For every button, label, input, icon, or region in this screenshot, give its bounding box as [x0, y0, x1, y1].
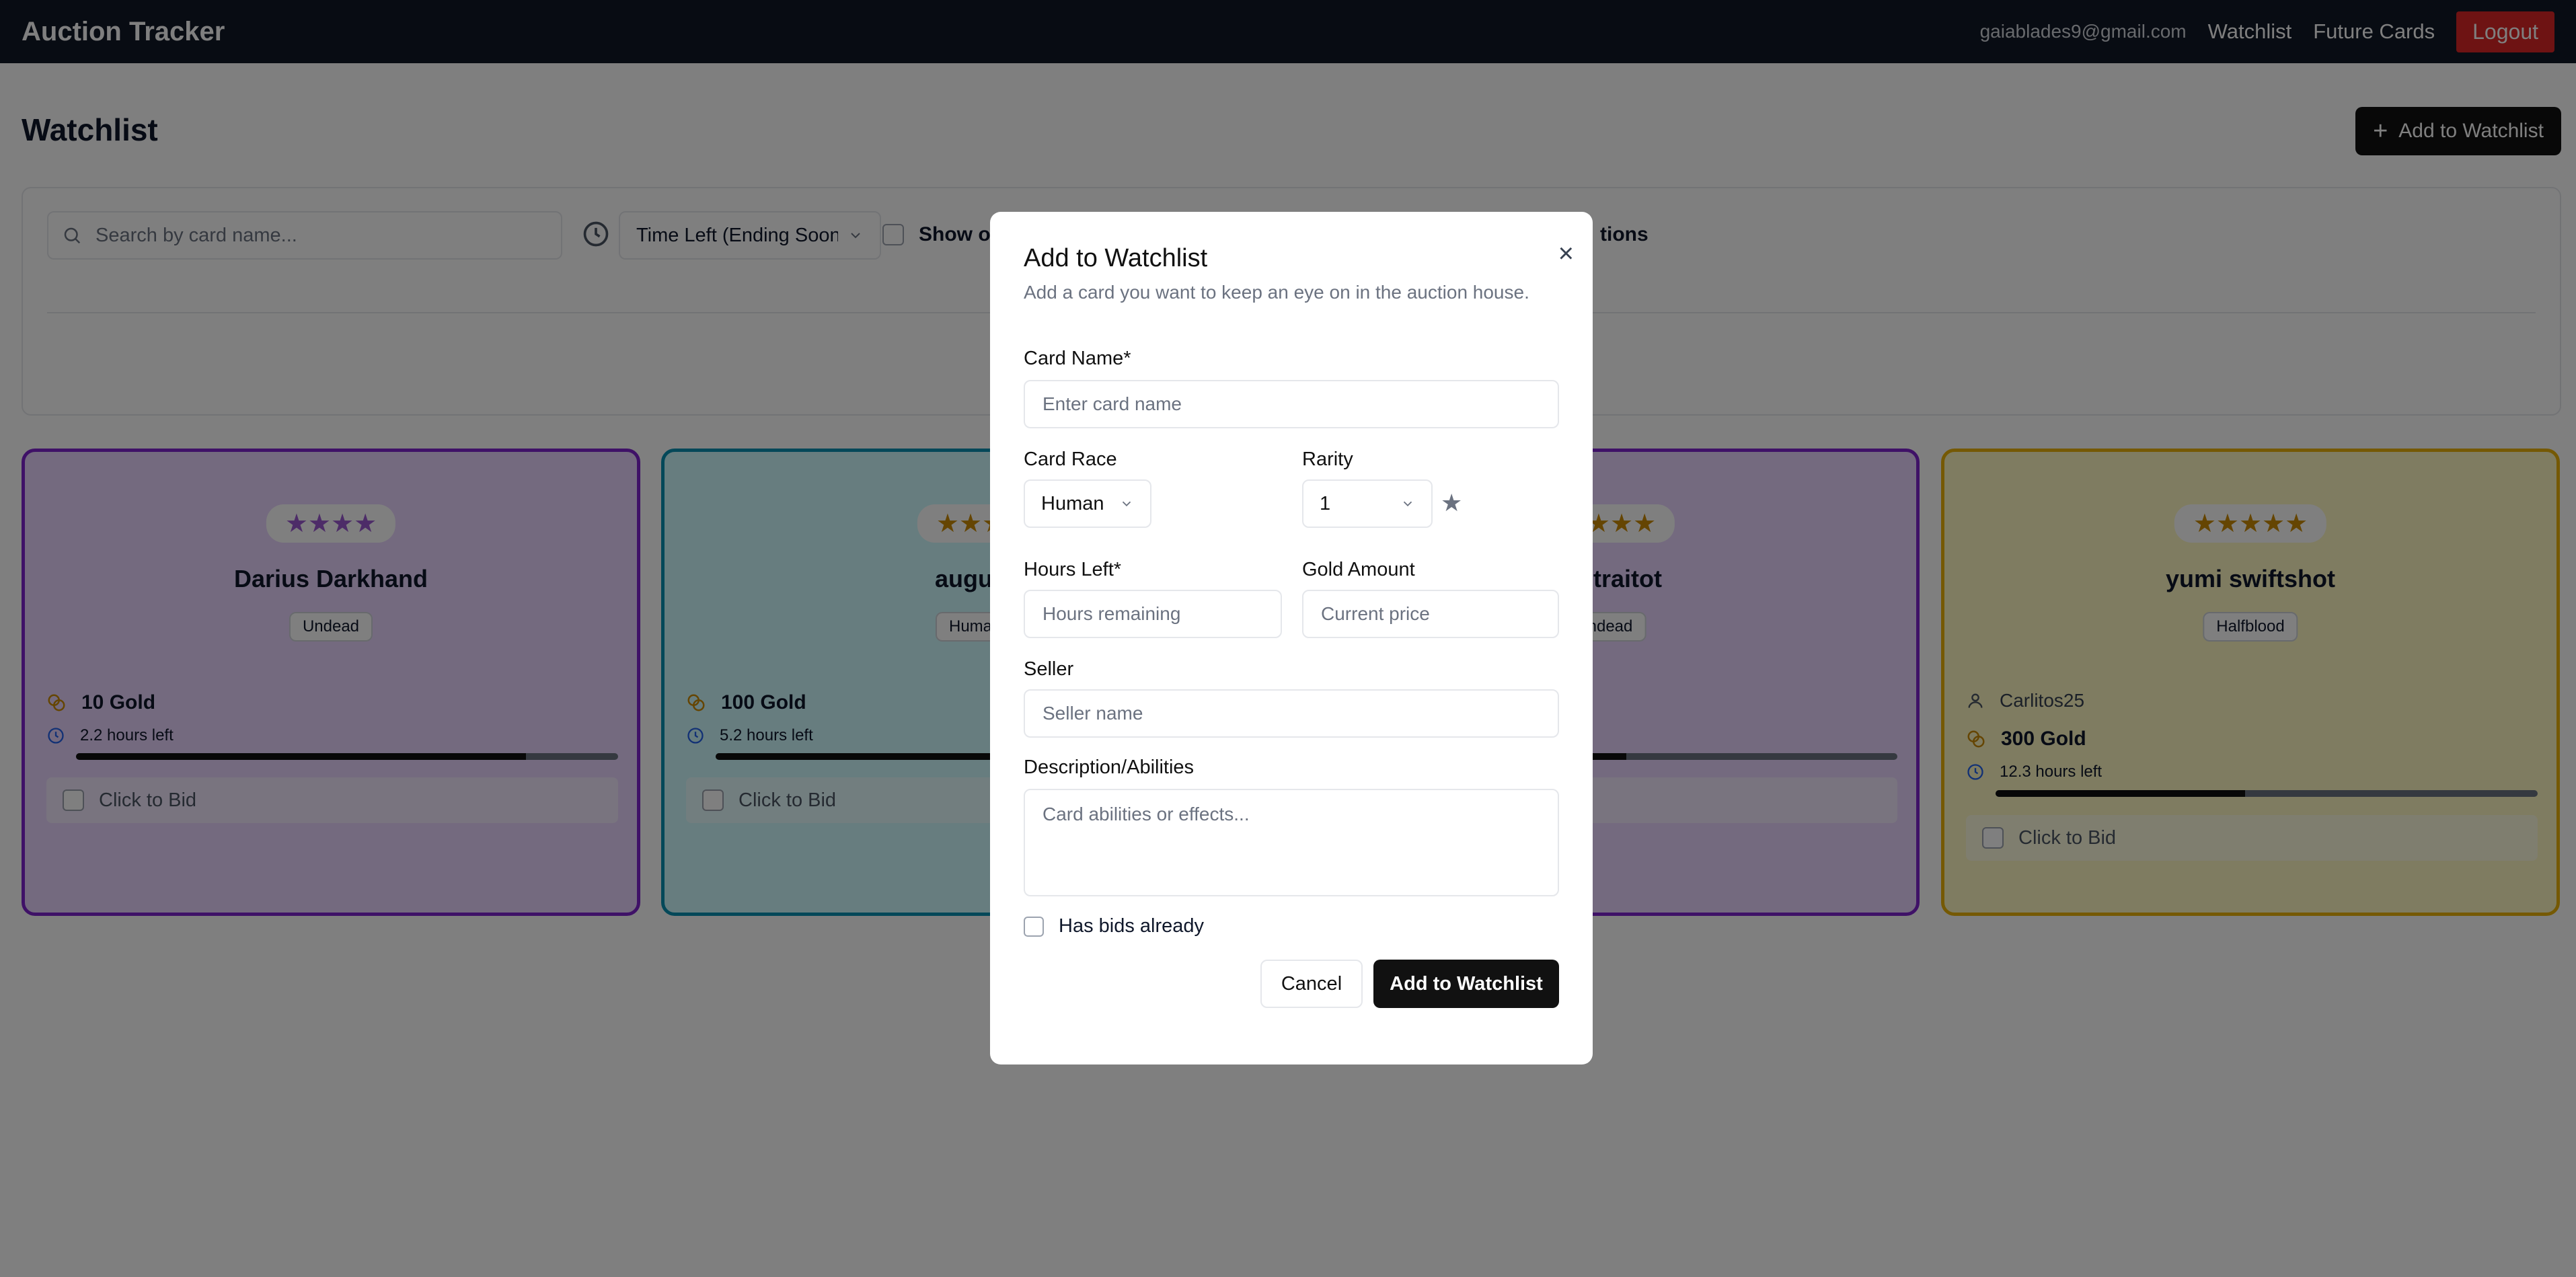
gold-amount-label: Gold Amount — [1302, 559, 1415, 580]
card-race-value: Human — [1041, 492, 1104, 514]
hours-left-label: Hours Left* — [1024, 559, 1122, 580]
rarity-select[interactable]: 1 — [1302, 479, 1433, 528]
card-race-select[interactable]: Human — [1024, 479, 1151, 528]
gold-amount-input[interactable]: Current price — [1302, 590, 1559, 638]
dialog-title: Add to Watchlist — [1024, 244, 1208, 272]
rarity-label: Rarity — [1302, 449, 1353, 470]
has-bids-checkbox-row[interactable]: Has bids already — [1024, 915, 1204, 937]
rarity-value: 1 — [1320, 492, 1331, 514]
has-bids-checkbox[interactable] — [1024, 916, 1044, 937]
cancel-button[interactable]: Cancel — [1260, 960, 1363, 1008]
has-bids-label: Has bids already — [1059, 915, 1204, 937]
card-name-input[interactable]: Enter card name — [1024, 380, 1559, 428]
chevron-down-icon — [1122, 501, 1131, 507]
add-to-watchlist-dialog: × Add to Watchlist Add a card you want t… — [990, 212, 1593, 1065]
hours-left-input[interactable]: Hours remaining — [1024, 590, 1282, 638]
description-textarea[interactable]: Card abilities or effects... — [1024, 789, 1559, 896]
star-icon: ★ — [1441, 489, 1463, 516]
seller-input[interactable]: Seller name — [1024, 689, 1559, 738]
close-icon[interactable]: × — [1558, 240, 1574, 267]
submit-add-to-watchlist-button[interactable]: Add to Watchlist — [1373, 960, 1559, 1008]
chevron-down-icon — [1403, 501, 1412, 507]
card-race-label: Card Race — [1024, 449, 1117, 470]
card-name-label: Card Name* — [1024, 348, 1131, 369]
description-label: Description/Abilities — [1024, 757, 1195, 778]
seller-label: Seller — [1024, 658, 1074, 680]
dialog-subtitle: Add a card you want to keep an eye on in… — [1024, 282, 1529, 303]
